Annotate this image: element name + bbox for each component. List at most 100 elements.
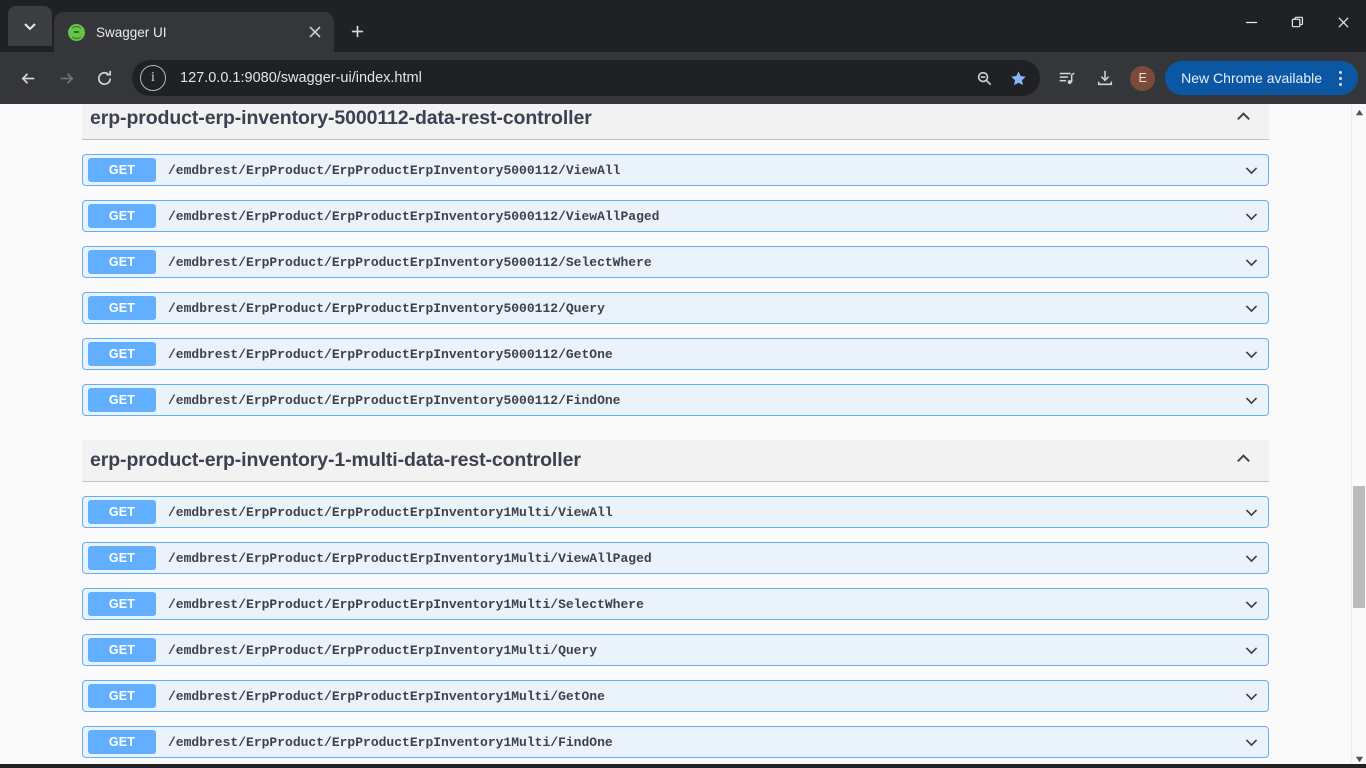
chrome-update-button[interactable]: New Chrome available <box>1165 61 1358 95</box>
back-button[interactable] <box>10 60 46 96</box>
chevron-down-icon[interactable] <box>1234 346 1268 363</box>
profile-avatar[interactable]: E <box>1130 65 1156 91</box>
http-method-badge: GET <box>88 388 156 412</box>
operation-list: GET/emdbrest/ErpProduct/ErpProductErpInv… <box>82 496 1269 758</box>
chevron-down-icon <box>24 23 36 31</box>
window-controls <box>1228 0 1366 44</box>
new-tab-button[interactable] <box>340 14 374 48</box>
operation-path: /emdbrest/ErpProduct/ErpProductErpInvent… <box>168 346 613 362</box>
close-window-button[interactable] <box>1320 0 1366 44</box>
chevron-down-icon[interactable] <box>1234 642 1268 659</box>
chevron-down-icon <box>1245 738 1257 746</box>
chevron-down-icon <box>1245 646 1257 654</box>
http-method-badge: GET <box>88 730 156 754</box>
window-bottom-edge <box>0 764 1366 768</box>
operation-row[interactable]: GET/emdbrest/ErpProduct/ErpProductErpInv… <box>82 496 1269 528</box>
operation-path: /emdbrest/ErpProduct/ErpProductErpInvent… <box>168 504 613 520</box>
section-header[interactable]: erp-product-erp-inventory-5000112-data-r… <box>82 104 1269 140</box>
address-bar[interactable]: i 127.0.0.1:9080/swagger-ui/index.html <box>132 60 1041 96</box>
chevron-down-icon[interactable] <box>1234 208 1268 225</box>
operation-path: /emdbrest/ErpProduct/ErpProductErpInvent… <box>168 254 652 270</box>
chevron-down-icon <box>1245 212 1257 220</box>
reload-icon <box>97 70 111 85</box>
caret-down-icon <box>1355 756 1363 763</box>
chevron-down-icon <box>1245 166 1257 174</box>
operation-path: /emdbrest/ErpProduct/ErpProductErpInvent… <box>168 208 660 224</box>
browser-tab[interactable]: Swagger UI <box>54 12 334 52</box>
scroll-up-button[interactable] <box>1352 104 1366 121</box>
http-method-badge: GET <box>88 250 156 274</box>
close-icon[interactable] <box>304 21 326 43</box>
chevron-down-icon[interactable] <box>1234 392 1268 409</box>
section-title: erp-product-erp-inventory-5000112-data-r… <box>90 107 592 129</box>
operation-row[interactable]: GET/emdbrest/ErpProduct/ErpProductErpInv… <box>82 680 1269 712</box>
tab-search-button[interactable] <box>8 6 52 46</box>
reading-list-icon[interactable] <box>1050 61 1084 95</box>
site-info-icon[interactable]: i <box>140 65 166 91</box>
chevron-down-icon[interactable] <box>1234 254 1268 271</box>
http-method-badge: GET <box>88 158 156 182</box>
operation-path: /emdbrest/ErpProduct/ErpProductErpInvent… <box>168 392 621 408</box>
operation-path: /emdbrest/ErpProduct/ErpProductErpInvent… <box>168 550 652 566</box>
browser-toolbar: i 127.0.0.1:9080/swagger-ui/index.html E… <box>0 52 1366 104</box>
chevron-down-icon[interactable] <box>1234 300 1268 317</box>
chevron-down-icon <box>1245 258 1257 266</box>
arrow-right-icon <box>60 72 73 84</box>
url-text: 127.0.0.1:9080/swagger-ui/index.html <box>180 70 422 86</box>
chevron-down-icon[interactable] <box>1234 162 1268 179</box>
chevron-down-icon[interactable] <box>1234 596 1268 613</box>
chevron-down-icon <box>1245 692 1257 700</box>
zoom-out-icon[interactable] <box>968 62 1000 94</box>
chevron-down-icon[interactable] <box>1234 550 1268 567</box>
operation-row[interactable]: GET/emdbrest/ErpProduct/ErpProductErpInv… <box>82 384 1269 416</box>
operation-row[interactable]: GET/emdbrest/ErpProduct/ErpProductErpInv… <box>82 542 1269 574</box>
operation-path: /emdbrest/ErpProduct/ErpProductErpInvent… <box>168 688 605 704</box>
operation-row[interactable]: GET/emdbrest/ErpProduct/ErpProductErpInv… <box>82 200 1269 232</box>
chevron-down-icon[interactable] <box>1234 734 1268 751</box>
http-method-badge: GET <box>88 500 156 524</box>
omnibox-actions <box>968 62 1034 94</box>
operation-path: /emdbrest/ErpProduct/ErpProductErpInvent… <box>168 596 644 612</box>
swagger-sections: erp-product-erp-inventory-5000112-data-r… <box>0 104 1351 768</box>
maximize-button[interactable] <box>1274 0 1320 44</box>
tab-strip: Swagger UI <box>0 0 1366 52</box>
chevron-up-icon[interactable] <box>1234 449 1253 473</box>
operation-row[interactable]: GET/emdbrest/ErpProduct/ErpProductErpInv… <box>82 154 1269 186</box>
forward-button[interactable] <box>48 60 84 96</box>
chevron-up-icon[interactable] <box>1234 107 1253 131</box>
swagger-logo-icon <box>68 23 85 41</box>
http-method-badge: GET <box>88 296 156 320</box>
bookmark-star-icon[interactable] <box>1002 62 1034 94</box>
operation-row[interactable]: GET/emdbrest/ErpProduct/ErpProductErpInv… <box>82 588 1269 620</box>
restore-icon <box>1291 16 1303 27</box>
tab-title: Swagger UI <box>96 24 167 40</box>
close-icon <box>1337 16 1349 28</box>
section-header[interactable]: erp-product-erp-inventory-1-multi-data-r… <box>82 440 1269 482</box>
chevron-down-icon <box>1245 554 1257 562</box>
chevron-up-icon <box>1237 111 1250 120</box>
operation-path: /emdbrest/ErpProduct/ErpProductErpInvent… <box>168 642 598 658</box>
chrome-menu-icon[interactable] <box>1328 64 1352 92</box>
chevron-down-icon <box>1245 600 1257 608</box>
operation-path: /emdbrest/ErpProduct/ErpProductErpInvent… <box>168 734 613 750</box>
operation-row[interactable]: GET/emdbrest/ErpProduct/ErpProductErpInv… <box>82 338 1269 370</box>
chevron-down-icon[interactable] <box>1234 504 1268 521</box>
operation-row[interactable]: GET/emdbrest/ErpProduct/ErpProductErpInv… <box>82 292 1269 324</box>
chevron-up-icon <box>1237 453 1250 462</box>
arrow-left-icon <box>21 72 34 84</box>
reload-button[interactable] <box>86 60 122 96</box>
downloads-icon[interactable] <box>1088 61 1122 95</box>
http-method-badge: GET <box>88 592 156 616</box>
operation-row[interactable]: GET/emdbrest/ErpProduct/ErpProductErpInv… <box>82 634 1269 666</box>
http-method-badge: GET <box>88 546 156 570</box>
http-method-badge: GET <box>88 204 156 228</box>
swagger-ui-page: erp-product-erp-inventory-5000112-data-r… <box>0 104 1351 768</box>
chevron-down-icon[interactable] <box>1234 688 1268 705</box>
operation-row[interactable]: GET/emdbrest/ErpProduct/ErpProductErpInv… <box>82 726 1269 758</box>
scrollbar-thumb[interactable] <box>1353 486 1365 608</box>
operation-path: /emdbrest/ErpProduct/ErpProductErpInvent… <box>168 300 605 316</box>
operation-row[interactable]: GET/emdbrest/ErpProduct/ErpProductErpInv… <box>82 246 1269 278</box>
minimize-button[interactable] <box>1228 0 1274 44</box>
page-scrollbar[interactable] <box>1351 104 1366 768</box>
